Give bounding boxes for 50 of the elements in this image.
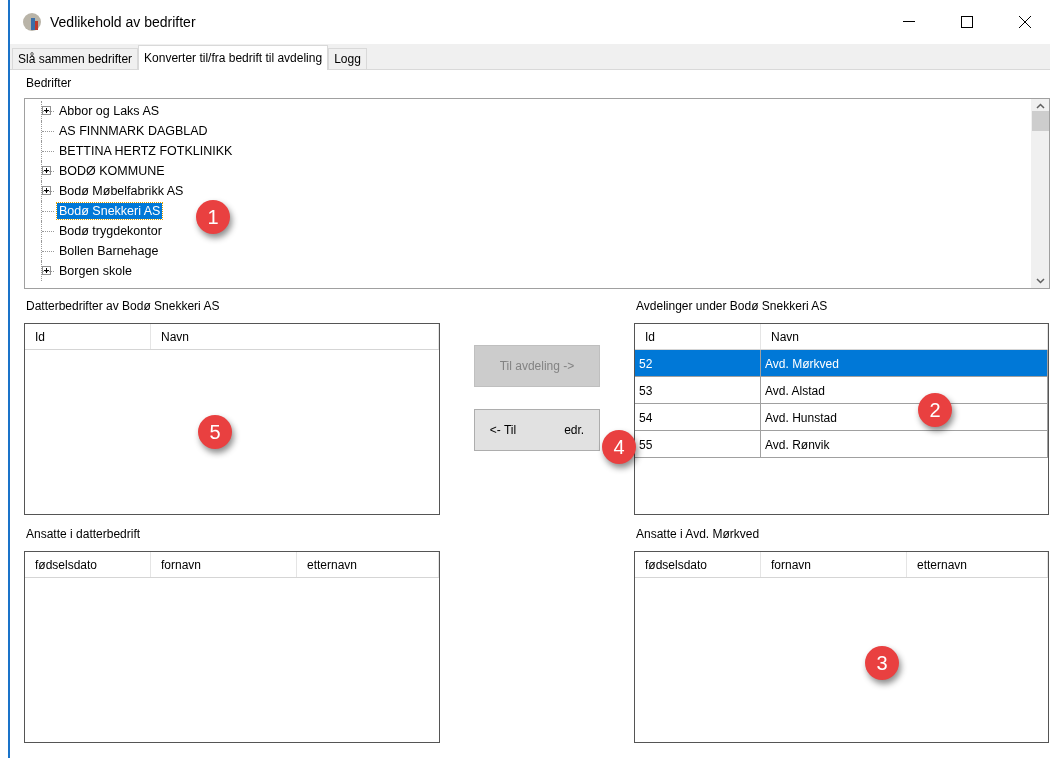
close-icon <box>1019 16 1031 28</box>
maximize-icon <box>961 16 973 28</box>
tree-item[interactable]: Bodø trygdekontor <box>57 223 164 239</box>
tab[interactable]: Konverter til/fra bedrift til avdeling <box>138 45 329 70</box>
section-label: Ansatte i datterbedrift <box>25 527 142 543</box>
list-row[interactable]: 55 Avd. Rønvik <box>635 431 1048 458</box>
scroll-up-icon[interactable] <box>1035 103 1045 109</box>
section-label: Avdelinger under Bodø Snekkeri AS <box>635 299 829 315</box>
section-label: Datterbedrifter av Bodø Snekkeri AS <box>25 299 221 315</box>
table-cell: 52 <box>635 350 761 376</box>
tab[interactable]: Logg <box>328 48 367 69</box>
tree-item[interactable]: Bollen Barnehage <box>57 243 161 259</box>
column-header[interactable]: Id <box>635 324 761 349</box>
callout-marker: 1 <box>196 200 230 234</box>
tree-item[interactable]: AS FINNMARK DAGBLAD <box>57 123 210 139</box>
app-icon <box>22 12 42 32</box>
list-row[interactable]: 53 Avd. Alstad <box>635 377 1048 404</box>
column-header[interactable]: Navn <box>761 324 1048 349</box>
scroll-thumb[interactable] <box>1031 111 1049 131</box>
column-header[interactable]: fødselsdato <box>635 552 761 577</box>
table-cell: Avd. Mørkved <box>761 350 1048 376</box>
table-cell: 53 <box>635 377 761 403</box>
table-cell: 54 <box>635 404 761 430</box>
column-header[interactable]: etternavn <box>297 552 439 577</box>
tree-item[interactable]: Bodø Møbelfabrikk AS <box>57 183 186 199</box>
action-button[interactable]: <- Til edr. <box>474 409 600 451</box>
callout-marker: 4 <box>602 430 636 464</box>
section-label: Bedrifter <box>25 76 73 92</box>
tree-item[interactable]: Abbor og Laks AS <box>57 103 162 119</box>
column-header[interactable]: Navn <box>151 324 439 349</box>
section-label: Ansatte i Avd. Mørkved <box>635 527 761 543</box>
expand-plus-icon[interactable] <box>42 266 51 275</box>
minimize-icon <box>903 21 915 23</box>
tree-item[interactable]: Borgen skole <box>57 263 134 279</box>
column-header[interactable]: Id <box>25 324 151 349</box>
tree-item[interactable]: Bodø Snekkeri AS <box>57 203 163 219</box>
expand-plus-icon[interactable] <box>42 186 51 195</box>
list-row[interactable]: 52 Avd. Mørkved <box>635 350 1048 377</box>
table-cell: Avd. Rønvik <box>761 431 1048 457</box>
tab[interactable]: Slå sammen bedrifter <box>12 48 139 69</box>
column-header[interactable]: etternavn <box>907 552 1048 577</box>
expand-plus-icon[interactable] <box>42 106 51 115</box>
column-header[interactable]: fornavn <box>151 552 297 577</box>
column-header[interactable]: fornavn <box>761 552 907 577</box>
scroll-down-icon[interactable] <box>1035 278 1045 284</box>
expand-plus-icon[interactable] <box>42 166 51 175</box>
column-header[interactable]: fødselsdato <box>25 552 151 577</box>
tree-item[interactable]: BODØ KOMMUNE <box>57 163 167 179</box>
window-title: Vedlikehold av bedrifter <box>50 14 197 30</box>
tree-item[interactable]: BETTINA HERTZ FOTKLINIKK <box>57 143 235 159</box>
